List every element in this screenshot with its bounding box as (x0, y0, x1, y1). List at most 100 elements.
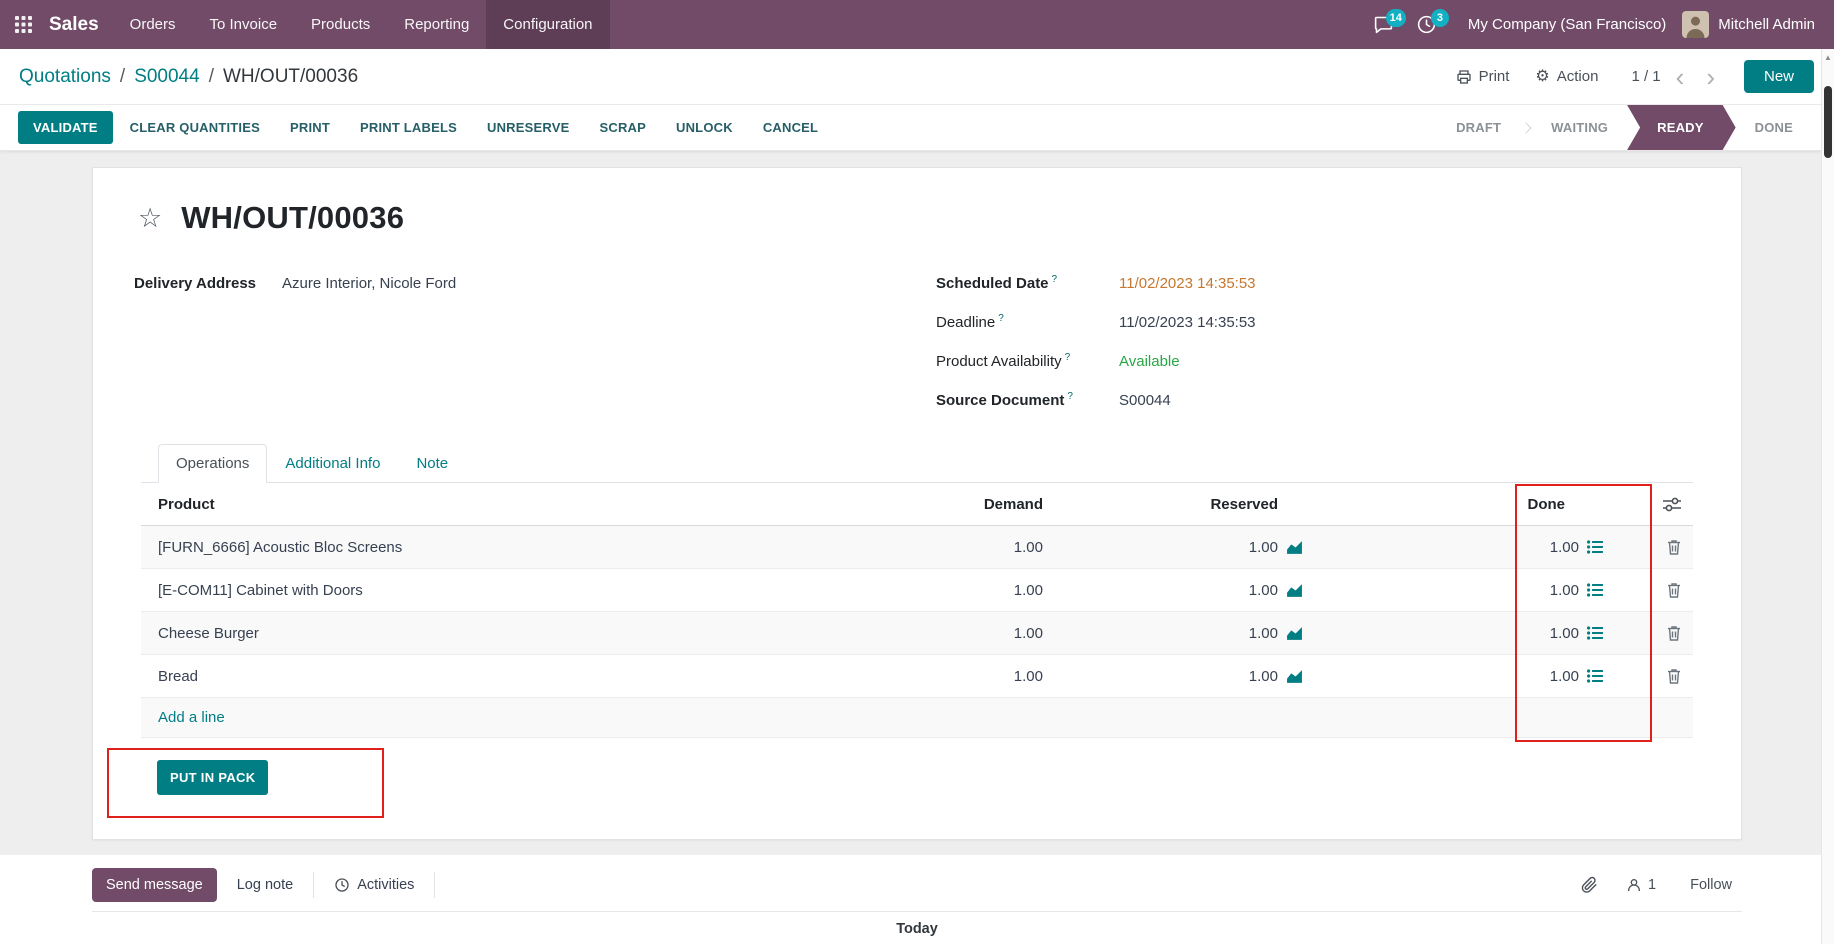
send-message-button[interactable]: Send message (92, 868, 217, 902)
status-step-done[interactable]: DONE (1736, 105, 1812, 150)
print-menu-button[interactable]: Print (1447, 62, 1519, 91)
action-menu-button[interactable]: ⚙ Action (1526, 62, 1607, 91)
messages-menu-button[interactable]: 14 (1362, 8, 1405, 41)
unlock-button[interactable]: UNLOCK (663, 111, 746, 144)
forecast-report-icon[interactable] (1286, 583, 1303, 598)
follow-button[interactable]: Follow (1684, 876, 1738, 894)
tab-note[interactable]: Note (398, 444, 466, 483)
scrollbar[interactable]: ▲ (1821, 49, 1834, 944)
favorite-star-button[interactable]: ☆ (138, 205, 162, 232)
chevron-right-icon: › (1706, 62, 1715, 92)
nav-item-orders[interactable]: Orders (113, 0, 193, 49)
demand-cell[interactable]: 1.00 (873, 582, 1043, 599)
status-step-ready[interactable]: READY (1627, 105, 1736, 150)
detailed-operations-icon[interactable] (1587, 626, 1603, 640)
reserved-cell[interactable]: 1.00 (1043, 625, 1311, 642)
followers-button[interactable]: 1 (1620, 876, 1662, 894)
attach-files-button[interactable] (1581, 876, 1598, 894)
toggle-columns-button[interactable] (1663, 497, 1681, 512)
done-value[interactable]: 1.00 (1550, 539, 1579, 556)
validate-button[interactable]: VALIDATE (18, 111, 113, 144)
reserved-value[interactable]: 1.00 (1249, 625, 1278, 642)
user-menu[interactable]: Mitchell Admin (1709, 16, 1815, 33)
done-value[interactable]: 1.00 (1550, 625, 1579, 642)
put-in-pack-button[interactable]: PUT IN PACK (157, 760, 268, 795)
nav-item-reporting[interactable]: Reporting (387, 0, 486, 49)
tab-additional-info[interactable]: Additional Info (267, 444, 398, 483)
reserved-value[interactable]: 1.00 (1249, 668, 1278, 685)
done-value[interactable]: 1.00 (1550, 668, 1579, 685)
source-document-value[interactable]: S00044 (1119, 392, 1171, 409)
table-row[interactable]: [E-COM11] Cabinet with Doors 1.00 1.00 1… (141, 569, 1693, 612)
nav-item-products[interactable]: Products (294, 0, 387, 49)
tab-operations[interactable]: Operations (158, 444, 267, 483)
breadcrumb-link-s00044[interactable]: S00044 (134, 66, 200, 88)
forecast-report-icon[interactable] (1286, 540, 1303, 555)
delete-row-button[interactable] (1667, 582, 1681, 598)
done-cell[interactable]: 1.00 (1311, 625, 1611, 642)
detailed-operations-icon[interactable] (1587, 669, 1603, 683)
scheduled-date-value[interactable]: 11/02/2023 14:35:53 (1119, 275, 1256, 292)
product-cell[interactable]: Bread (141, 668, 873, 685)
scrollbar-thumb[interactable] (1824, 86, 1832, 158)
deadline-value[interactable]: 11/02/2023 14:35:53 (1119, 314, 1256, 331)
print-labels-button[interactable]: PRINT LABELS (347, 111, 470, 144)
done-cell[interactable]: 1.00 (1311, 668, 1611, 685)
cancel-button[interactable]: CANCEL (750, 111, 831, 144)
reserved-value[interactable]: 1.00 (1249, 539, 1278, 556)
pager-previous-button[interactable]: ‹ (1669, 64, 1692, 90)
add-line-link[interactable]: Add a line (141, 709, 225, 726)
company-switcher[interactable]: My Company (San Francisco) (1448, 16, 1682, 33)
status-step-draft[interactable]: DRAFT (1437, 105, 1520, 150)
reserved-value[interactable]: 1.00 (1249, 582, 1278, 599)
forecast-report-icon[interactable] (1286, 626, 1303, 641)
delete-row-button[interactable] (1667, 539, 1681, 555)
demand-cell[interactable]: 1.00 (873, 668, 1043, 685)
table-row[interactable]: Bread 1.00 1.00 1.00 (141, 655, 1693, 698)
user-avatar[interactable] (1682, 11, 1709, 38)
product-cell[interactable]: [FURN_6666] Acoustic Bloc Screens (141, 539, 873, 556)
scrap-button[interactable]: SCRAP (586, 111, 659, 144)
table-row[interactable]: [FURN_6666] Acoustic Bloc Screens 1.00 1… (141, 526, 1693, 569)
chatter-topbar-right: 1 Follow (1581, 876, 1742, 894)
pager-next-button[interactable]: › (1699, 64, 1722, 90)
header-reserved[interactable]: Reserved (1043, 496, 1311, 513)
delivery-address-value[interactable]: Azure Interior, Nicole Ford (282, 275, 456, 292)
reserved-cell[interactable]: 1.00 (1043, 539, 1311, 556)
nav-item-configuration[interactable]: Configuration (486, 0, 609, 49)
unreserve-button[interactable]: UNRESERVE (474, 111, 582, 144)
reserved-cell[interactable]: 1.00 (1043, 582, 1311, 599)
apps-menu-button[interactable] (0, 0, 47, 49)
log-note-button[interactable]: Log note (231, 868, 299, 902)
product-cell[interactable]: Cheese Burger (141, 625, 873, 642)
header-product[interactable]: Product (141, 496, 873, 513)
delete-row-button[interactable] (1667, 625, 1681, 641)
product-cell[interactable]: [E-COM11] Cabinet with Doors (141, 582, 873, 599)
table-row[interactable]: Cheese Burger 1.00 1.00 1.00 (141, 612, 1693, 655)
activities-button[interactable]: Activities (328, 868, 420, 902)
breadcrumb-link-quotations[interactable]: Quotations (19, 66, 111, 88)
demand-cell[interactable]: 1.00 (873, 625, 1043, 642)
scheduled-date-label-text: Scheduled Date (936, 275, 1049, 292)
clear-quantities-button[interactable]: CLEAR QUANTITIES (117, 111, 273, 144)
nav-item-to-invoice[interactable]: To Invoice (193, 0, 295, 49)
status-step-waiting[interactable]: WAITING (1532, 105, 1627, 150)
activities-menu-button[interactable]: 3 (1405, 8, 1448, 41)
print-action-button[interactable]: PRINT (277, 111, 343, 144)
done-cell[interactable]: 1.00 (1311, 582, 1611, 599)
header-demand[interactable]: Demand (873, 496, 1043, 513)
app-brand[interactable]: Sales (47, 0, 113, 49)
reserved-cell[interactable]: 1.00 (1043, 668, 1311, 685)
control-panel-actions: Print ⚙ Action 1 / 1 ‹ › New (1447, 60, 1814, 93)
fields-left-column: Delivery Address Azure Interior, Nicole … (134, 270, 936, 426)
detailed-operations-icon[interactable] (1587, 540, 1603, 554)
detailed-operations-icon[interactable] (1587, 583, 1603, 597)
done-value[interactable]: 1.00 (1550, 582, 1579, 599)
demand-cell[interactable]: 1.00 (873, 539, 1043, 556)
scrollbar-up-arrow[interactable]: ▲ (1822, 53, 1834, 62)
done-cell[interactable]: 1.00 (1311, 539, 1611, 556)
delete-row-button[interactable] (1667, 668, 1681, 684)
header-done[interactable]: Done (1311, 496, 1611, 513)
new-button[interactable]: New (1744, 60, 1814, 93)
forecast-report-icon[interactable] (1286, 669, 1303, 684)
